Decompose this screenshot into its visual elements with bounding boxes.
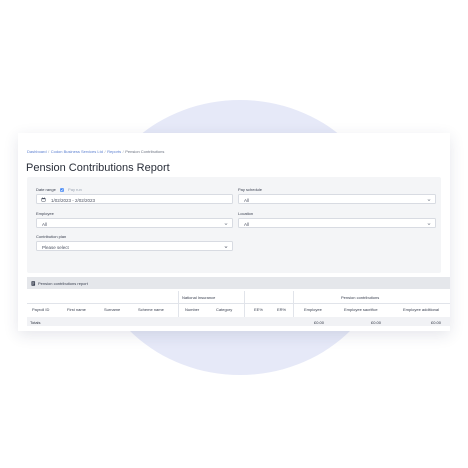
- col-ni-category[interactable]: Category: [216, 307, 232, 312]
- table-title: Pension contributions report: [38, 280, 88, 286]
- filters-panel: Date range Pay run 1/02/2023 - 2/02/2023…: [27, 177, 441, 273]
- employee-value: All: [42, 221, 48, 227]
- date-range-value: 1/02/2023 - 2/02/2023: [51, 197, 96, 203]
- chevron-down-icon: [224, 246, 228, 248]
- check-icon[interactable]: [60, 188, 64, 192]
- col-employee-sacrifice[interactable]: Employee sacrifice: [344, 307, 378, 312]
- totals-employee-sacrifice: £0.00: [371, 319, 382, 325]
- breadcrumb-current: Pension Contributions: [125, 149, 165, 154]
- header-divider: [27, 303, 450, 304]
- column-divider: [178, 291, 179, 317]
- location-value: All: [244, 221, 250, 227]
- col-payroll-id[interactable]: Payroll ID: [32, 307, 49, 312]
- col-surname[interactable]: Surname: [104, 307, 120, 312]
- column-divider: [244, 291, 245, 317]
- national-insurance-group-header: National Insurance: [182, 295, 216, 300]
- col-scheme-name[interactable]: Scheme name: [138, 307, 164, 312]
- column-divider: [293, 291, 294, 317]
- breadcrumb: Dashboard / Codon Business Services Ltd / Re…: [27, 149, 165, 154]
- location-select[interactable]: All: [238, 218, 436, 228]
- breadcrumb-dashboard[interactable]: Dashboard: [27, 149, 47, 154]
- calendar-icon: [41, 197, 46, 202]
- pay-schedule-select[interactable]: All: [238, 194, 436, 204]
- date-range-label: Date range Pay run: [36, 187, 82, 192]
- col-first-name[interactable]: First name: [67, 307, 86, 312]
- totals-row: [27, 317, 450, 326]
- breadcrumb-company[interactable]: Codon Business Services Ltd: [51, 149, 103, 154]
- employee-label: Employee: [36, 211, 54, 216]
- col-ee-percent[interactable]: EE%: [254, 307, 263, 312]
- pay-run-toggle-label[interactable]: Pay run: [68, 187, 82, 192]
- col-er-percent[interactable]: ER%: [277, 307, 286, 312]
- employee-select[interactable]: All: [36, 218, 233, 228]
- chevron-down-icon: [427, 199, 431, 201]
- contribution-plan-select[interactable]: Please select: [36, 241, 233, 251]
- contribution-plan-label: Contribution plan: [36, 234, 67, 239]
- pay-schedule-value: All: [244, 197, 250, 203]
- report-card: Dashboard / Codon Business Services Ltd / Re…: [18, 133, 450, 331]
- totals-label: Totals: [30, 319, 41, 325]
- col-ni-number[interactable]: Number: [185, 307, 199, 312]
- pension-contributions-group-header: Pension contributions: [341, 295, 380, 300]
- chevron-down-icon: [224, 223, 228, 225]
- document-icon: [31, 280, 36, 286]
- totals-employee: £0.00: [314, 319, 325, 325]
- col-employee[interactable]: Employee: [304, 307, 322, 312]
- location-label: Location: [238, 211, 254, 216]
- breadcrumb-reports[interactable]: Reports: [107, 149, 121, 154]
- page-title: Pension Contributions Report: [26, 162, 170, 174]
- date-range-input[interactable]: 1/02/2023 - 2/02/2023: [36, 194, 233, 204]
- totals-employee-additional: £0.00: [431, 319, 442, 325]
- chevron-down-icon: [427, 223, 431, 225]
- col-employee-additional[interactable]: Employee additional: [403, 307, 439, 312]
- pay-schedule-label: Pay schedule: [238, 187, 263, 192]
- table-title-bar: Pension contributions report: [27, 277, 450, 289]
- contribution-plan-placeholder: Please select: [42, 244, 69, 250]
